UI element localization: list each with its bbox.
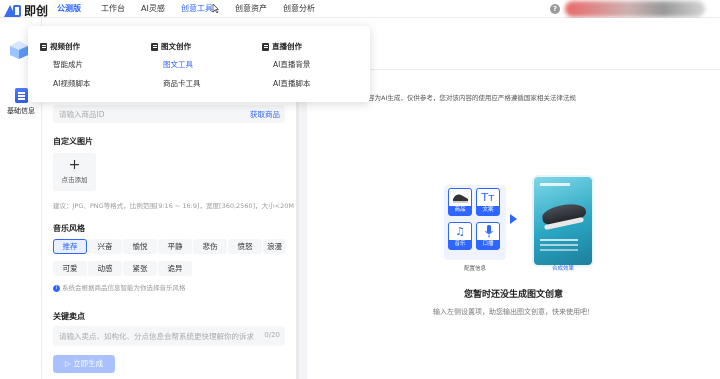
dropdown-heading-video: 视频创作: [40, 41, 80, 52]
dropdown-item-product-card-tool[interactable]: 商品卡工具: [163, 78, 201, 89]
mouse-cursor-icon: [212, 4, 219, 13]
rail-item-label: 基础信息: [7, 107, 35, 115]
tile-label: 文案: [477, 206, 499, 215]
config-caption: 配置信息: [463, 266, 486, 272]
dropdown-item-ai-live-script[interactable]: AI直播脚本: [273, 78, 310, 89]
app-logo[interactable]: 即创: [4, 2, 48, 19]
creative-tools-dropdown: 视频创作 智能成片 AI视频脚本 图文创作 图文工具 商品卡工具 直播创作 AI…: [28, 26, 370, 102]
empty-state-subtitle: 输入左侧设置项，助您输出图文创意，快来使用吧！: [433, 308, 594, 316]
phone-preview-image: [532, 175, 594, 267]
logo-mark-icon: [4, 4, 22, 17]
music-chip-tense[interactable]: 紧张: [123, 261, 157, 276]
empty-state-title: 您暂时还没生成图文创意: [463, 290, 563, 300]
music-tile-icon: ♫ 音乐: [448, 222, 472, 250]
help-icon[interactable]: ?: [550, 4, 560, 14]
nav-item-creative-tools[interactable]: 创意工具: [181, 3, 213, 14]
dropdown-item-image-text-tool[interactable]: 图文工具: [163, 59, 193, 70]
beta-badge: 公测版: [57, 4, 81, 13]
custom-image-title: 自定义图片: [53, 137, 93, 146]
tile-label: 音乐: [449, 240, 471, 249]
char-counter: 0/20: [264, 331, 280, 339]
tile-label: 商品: [449, 206, 471, 215]
dropdown-item-ai-video-script[interactable]: AI视频脚本: [53, 78, 90, 89]
music-chip-romantic[interactable]: 浪漫: [263, 239, 286, 254]
dropdown-item-smart-video[interactable]: 智能成片: [53, 59, 83, 70]
music-chip-eerie[interactable]: 诡异: [158, 261, 192, 276]
image-upload-button[interactable]: + 点击添加: [53, 153, 96, 191]
music-chip-sad[interactable]: 悲伤: [193, 239, 227, 254]
logo-text: 即创: [24, 4, 49, 18]
music-chip-calm[interactable]: 平静: [158, 239, 192, 254]
music-chip-joyful[interactable]: 愉悦: [123, 239, 157, 254]
dropdown-item-ai-live-background[interactable]: AI直播背景: [273, 59, 310, 70]
arrow-right-icon: [510, 214, 517, 224]
music-chip-excited[interactable]: 兴奋: [88, 239, 122, 254]
music-chip-angry[interactable]: 愤怒: [228, 239, 262, 254]
document-icon: [40, 42, 47, 51]
panel-scrollbar[interactable]: [296, 70, 299, 379]
user-info-blurred[interactable]: [565, 1, 705, 17]
music-note-icon: ♫: [455, 225, 465, 238]
result-caption: 合成效果: [551, 266, 574, 272]
nav-item-creative-analysis[interactable]: 创意分析: [283, 3, 315, 14]
music-chip-dynamic[interactable]: 动感: [88, 261, 122, 276]
text-icon: Tт: [481, 191, 495, 204]
upload-label: 点击添加: [61, 176, 88, 184]
dropdown-heading-image-text: 图文创作: [151, 41, 191, 52]
dropdown-heading-live: 直播创作: [262, 41, 302, 52]
product-id-input[interactable]: 请输入商品ID 获取商品: [53, 105, 285, 123]
product-tile-icon: 商品: [448, 188, 472, 216]
shoe-icon: [453, 194, 468, 203]
document-icon: [151, 42, 158, 51]
cube-icon[interactable]: [8, 40, 30, 60]
music-chip-recommend[interactable]: 推荐: [53, 239, 87, 254]
copywriting-tile-icon: Tт 文案: [476, 188, 500, 216]
generate-button[interactable]: ▷ 立即生成: [53, 355, 115, 373]
product-id-placeholder: 请输入商品ID: [59, 110, 105, 119]
tile-label: 口播: [477, 240, 499, 249]
document-icon: [262, 42, 269, 51]
microphone-icon: [485, 225, 493, 238]
voiceover-tile-icon: 口播: [476, 222, 500, 250]
nav-item-ai-inspiration[interactable]: AI灵感: [141, 3, 165, 14]
ai-disclaimer: 容为AI生成，仅供参考，您对该内容的使用应严格遵循国家相关法律法规: [368, 94, 576, 102]
fetch-product-link[interactable]: 获取商品: [250, 109, 280, 120]
plus-icon: +: [68, 157, 81, 173]
document-icon: [14, 88, 28, 103]
selling-points-title: 关键卖点: [53, 312, 85, 321]
nav-item-creative-assets[interactable]: 创意资产: [235, 3, 267, 14]
generate-button-label: 立即生成: [73, 359, 104, 368]
music-chip-cute[interactable]: 可爱: [53, 261, 87, 276]
top-nav-bar: 即创 公测版 工作台 AI灵感 创意工具 创意资产 创意分析 ?: [0, 0, 720, 18]
empty-state-illustration: 商品 Tт 文案 ♫ 音乐 口播 配置信息 合成效果: [440, 170, 610, 275]
upload-hint: 建议：JPG、PNG等格式，比例范围[9:16 ~ 16:9]，宽度[360,2…: [53, 202, 294, 210]
selling-points-input[interactable]: 请输入卖点、如构化、分点信息会帮系统更快理解你的诉求 0/20: [53, 326, 285, 346]
music-style-title: 音乐风格: [53, 224, 85, 233]
nav-item-workbench[interactable]: 工作台: [101, 3, 125, 14]
selling-points-placeholder: 请输入卖点、如构化、分点信息会帮系统更快理解你的诉求: [59, 332, 254, 341]
